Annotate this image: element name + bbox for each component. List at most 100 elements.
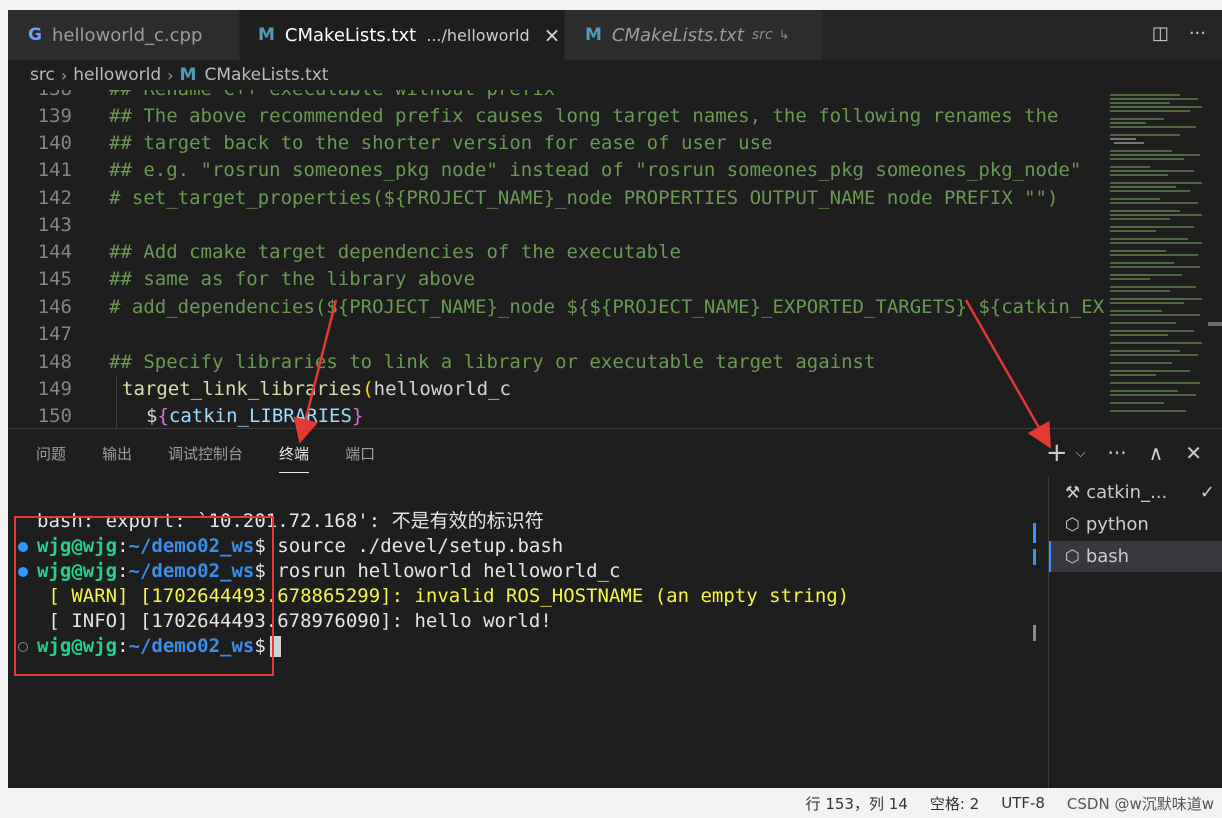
- terminal-list-item-catkin[interactable]: ⚒ catkin_... ✓: [1049, 477, 1222, 508]
- editor-actions: ◫ ···: [1152, 23, 1206, 44]
- tab-label: CMakeLists.txt: [611, 24, 744, 46]
- split-editor-icon[interactable]: ◫: [1152, 23, 1169, 44]
- tab-description: .../helloworld: [426, 25, 530, 45]
- function-token: target_link_libraries: [122, 378, 363, 400]
- code-line: 150 ${catkin_LIBRARIES}: [8, 403, 1104, 428]
- code-line: 138 ## Rename C++ executable without pref…: [8, 90, 1104, 103]
- tab-label: helloworld_c.cpp: [51, 24, 203, 46]
- code-line: 140 ## target back to the shorter version…: [8, 130, 1104, 157]
- code-line: 147: [8, 321, 1104, 348]
- terminal-list-label: python: [1085, 514, 1149, 535]
- line-number: 149: [37, 378, 72, 400]
- annotation-highlight-box: [14, 516, 274, 676]
- line-code: target_link_libraries(helloworld_c: [122, 376, 511, 403]
- code-line: 144 ## Add cmake target dependencies of t…: [8, 239, 1104, 266]
- line-code: ## same as for the library above: [109, 268, 476, 290]
- line-code: # add_dependencies(${PROJECT_NAME}_node …: [109, 296, 1104, 318]
- encoding[interactable]: UTF-8: [1001, 794, 1045, 812]
- editor-scrollbar[interactable]: [1208, 90, 1222, 428]
- code-line: 148 ## Specify libraries to link a librar…: [8, 349, 1104, 376]
- minimap[interactable]: [1104, 90, 1208, 428]
- panel-actions: + ⌵ ··· ∧ ✕: [1046, 440, 1202, 466]
- line-number: 140: [37, 132, 72, 154]
- chevron-right-icon: ›: [60, 65, 68, 85]
- tab-helloworld-cpp[interactable]: G helloworld_c.cpp: [8, 10, 240, 60]
- line-code: ## The above recommended prefix causes l…: [109, 105, 1059, 127]
- new-terminal-icon[interactable]: +: [1046, 440, 1068, 466]
- dollar-token: $: [146, 405, 158, 427]
- code-line: 145 ## same as for the library above: [8, 266, 1104, 293]
- arg-token: helloworld_c: [373, 378, 511, 400]
- cursor-position[interactable]: 行 153，列 14: [806, 793, 908, 814]
- code-line: 143: [8, 212, 1104, 239]
- breadcrumb-helloworld[interactable]: helloworld: [73, 65, 161, 85]
- check-icon: ✓: [1199, 482, 1215, 503]
- paren-token: (: [362, 378, 374, 400]
- cmake-file-icon: M: [585, 25, 602, 45]
- line-number: 138: [8, 90, 72, 103]
- line-number: 141: [37, 159, 72, 181]
- terminal-icon: ⬡: [1065, 514, 1080, 535]
- tab-cmakelists-src[interactable]: M CMakeLists.txt src ↳: [565, 10, 823, 60]
- code-line: 142 # set_target_properties(${PROJECT_NAM…: [8, 185, 1104, 212]
- tab-problems[interactable]: 问题: [36, 443, 66, 473]
- brace-token: {: [157, 405, 169, 427]
- line-code: ## Specify libraries to link a library o…: [109, 351, 876, 373]
- tab-description: src: [751, 27, 773, 43]
- command-text: source ./devel/setup.bash: [265, 535, 564, 557]
- code-line: 139 ## The above recommended prefix cause…: [8, 103, 1104, 130]
- brace-token: }: [351, 405, 364, 427]
- tab-terminal[interactable]: 终端: [279, 443, 310, 473]
- watermark: CSDN @w沉默味道w: [1066, 794, 1214, 813]
- cmake-file-icon: M: [258, 25, 275, 45]
- chevron-down-icon[interactable]: ⌵: [1076, 446, 1086, 461]
- line-code: # set_target_properties(${PROJECT_NAME}_…: [109, 187, 1059, 209]
- line-number: 146: [37, 296, 72, 318]
- indentation[interactable]: 空格: 2: [930, 793, 979, 814]
- tab-debug-console[interactable]: 调试控制台: [168, 443, 243, 473]
- line-code: ## Rename C++ executable without prefix: [109, 90, 555, 103]
- indent-guide: [116, 376, 117, 428]
- terminal-icon: ⬡: [1065, 546, 1080, 567]
- cpp-file-icon: G: [28, 25, 42, 45]
- line-number: 143: [37, 214, 72, 236]
- command-text: rosrun helloworld helloworld_c: [265, 560, 621, 582]
- line-number: 150: [37, 405, 72, 427]
- line-code: ${catkin_LIBRARIES}: [146, 403, 363, 428]
- code-line: 146 # add_dependencies(${PROJECT_NAME}_no…: [8, 294, 1104, 321]
- line-code: ## e.g. "rosrun someones_pkg node" inste…: [109, 159, 1082, 181]
- code-line: 141 ## e.g. "rosrun someones_pkg node" in…: [8, 157, 1104, 184]
- terminal-list-item-bash[interactable]: ⬡ bash: [1049, 541, 1222, 572]
- scrollbar-marker: [1033, 523, 1036, 543]
- terminal-list: ⚒ catkin_... ✓ ⬡ python ⬡ bash: [1048, 477, 1222, 789]
- cmake-file-icon: M: [179, 65, 197, 85]
- line-number: 139: [37, 105, 72, 127]
- code-editor[interactable]: 138 ## Rename C++ executable without pref…: [8, 90, 1104, 428]
- more-actions-icon[interactable]: ···: [1189, 23, 1206, 44]
- terminal-list-item-python[interactable]: ⬡ python: [1049, 509, 1222, 540]
- line-code: ## Add cmake target dependencies of the …: [109, 241, 681, 263]
- line-code: ## target back to the shorter version fo…: [109, 132, 773, 154]
- close-icon[interactable]: ×: [544, 23, 561, 47]
- tab-output[interactable]: 输出: [102, 443, 132, 473]
- terminal-list-label: catkin_...: [1086, 482, 1168, 503]
- terminal-list-label: bash: [1085, 546, 1130, 567]
- maximize-panel-icon[interactable]: ∧: [1149, 441, 1164, 465]
- top-edge: [0, 0, 1222, 10]
- close-panel-icon[interactable]: ✕: [1185, 441, 1202, 465]
- line-number: 145: [37, 268, 72, 290]
- breadcrumb-src[interactable]: src: [30, 65, 55, 85]
- tools-icon: ⚒: [1065, 482, 1081, 503]
- tab-cmakelists-helloworld[interactable]: M CMakeLists.txt .../helloworld ×: [240, 10, 565, 60]
- chevron-right-icon: ›: [167, 65, 174, 85]
- scrollbar-marker: [1033, 549, 1036, 565]
- scrollbar-marker: [1033, 625, 1036, 641]
- line-number: 144: [37, 241, 72, 263]
- variable-token: catkin_LIBRARIES: [168, 405, 352, 427]
- line-number: 142: [37, 187, 72, 209]
- breadcrumb-file[interactable]: CMakeLists.txt: [204, 65, 328, 85]
- tab-ports[interactable]: 端口: [345, 443, 375, 473]
- editor-scrollbar-thumb[interactable]: [1208, 322, 1222, 326]
- more-actions-icon[interactable]: ···: [1108, 441, 1127, 465]
- breadcrumb: src › helloworld › M CMakeLists.txt: [8, 60, 1222, 90]
